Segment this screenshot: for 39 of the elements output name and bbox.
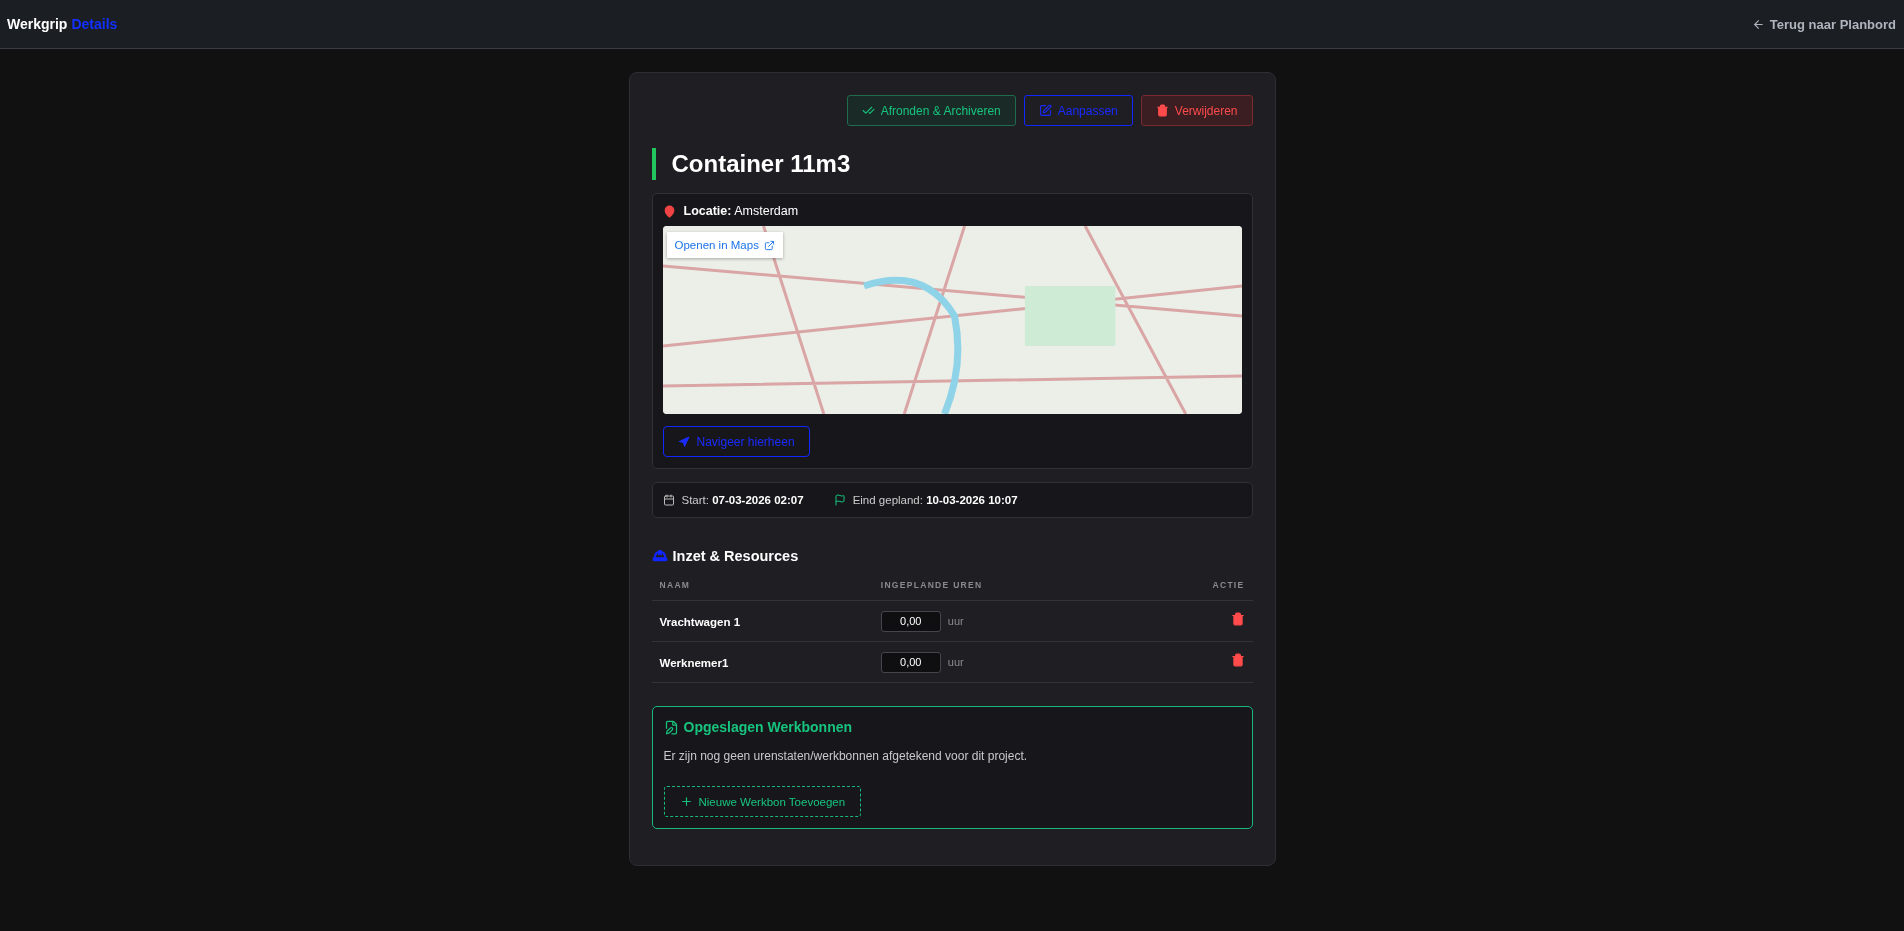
location-text: Locatie: Amsterdam: [683, 204, 799, 218]
map-pin-icon: [662, 204, 676, 218]
edit-icon: [1038, 104, 1052, 117]
trash-icon: [1230, 653, 1245, 667]
worksheets-heading: Opgeslagen Werkbonnen: [683, 719, 853, 735]
column-header: ACTIE: [1142, 580, 1253, 601]
column-header: INGEPLANDE UREN: [872, 580, 1143, 601]
trash-icon: [1230, 612, 1245, 626]
add-worksheet-button[interactable]: Nieuwe Werkbon Toevoegen: [663, 786, 862, 817]
section-heading: Inzet & Resources: [672, 548, 799, 564]
schedule-text: Eind gepland: 10-03-2026 10:07: [852, 494, 1018, 506]
delete-button[interactable]: Verwijderen: [1140, 95, 1253, 126]
unit-label: uur: [947, 615, 964, 627]
schedule-text: Start: 07-03-2026 02:07: [681, 494, 804, 506]
file-pen-icon: [663, 719, 679, 735]
calendar-icon: [662, 494, 675, 506]
resource-name: Werknemer1: [659, 657, 729, 669]
hours-input[interactable]: 0,00: [880, 651, 941, 673]
unit-label: uur: [947, 656, 964, 668]
navigation-arrow-icon: [677, 435, 690, 448]
complete-button[interactable]: Afronden & Archiveren: [846, 95, 1016, 126]
empty-message: Er zijn nog geen urenstaten/werkbonnen afgetekend voor dit project.: [663, 749, 1029, 763]
double-check-icon: [861, 104, 875, 117]
open-in-maps-link[interactable]: Openen in Maps: [666, 232, 783, 258]
page-name: Details: [71, 16, 118, 32]
back-arrow-icon: [1751, 17, 1765, 31]
flag-icon: [833, 494, 846, 506]
resource-name: Vrachtwagen 1: [659, 616, 741, 628]
delete-row-button[interactable]: [1230, 612, 1245, 626]
hours-input[interactable]: 0,00: [880, 610, 941, 632]
plus-icon: [679, 795, 693, 808]
column-header: NAAM: [651, 580, 873, 601]
trash-icon: [1155, 104, 1169, 117]
delete-row-button[interactable]: [1230, 653, 1245, 667]
project-title: Container 11m3: [651, 148, 1253, 180]
external-link-icon: [763, 239, 775, 251]
back-link[interactable]: Terug naar Planbord: [1751, 16, 1896, 32]
hard-hat-icon: [651, 548, 668, 564]
brand-name: Werkgrip: [7, 16, 68, 32]
